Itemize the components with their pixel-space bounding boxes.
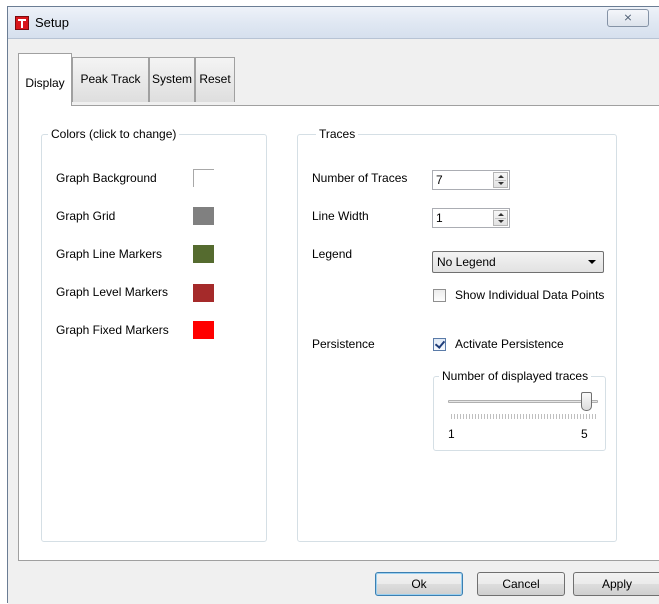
graph-level-markers-label: Graph Level Markers — [56, 285, 169, 299]
title-bar: Setup ⨯ — [8, 7, 659, 39]
spin-down-icon — [498, 220, 504, 223]
activate-persistence-checkbox[interactable] — [433, 338, 446, 351]
legend-dropdown[interactable]: No Legend — [432, 251, 604, 273]
chevron-down-icon — [588, 260, 596, 264]
line-width-spinner[interactable]: 1 — [432, 208, 510, 228]
cancel-button[interactable]: Cancel — [477, 572, 565, 596]
graph-level-markers-swatch[interactable] — [193, 284, 214, 302]
displayed-traces-slider-track[interactable] — [448, 400, 598, 403]
graph-line-markers-label: Graph Line Markers — [56, 247, 163, 261]
legend-selected-value: No Legend — [437, 255, 496, 269]
apply-button[interactable]: Apply — [573, 572, 659, 596]
graph-fixed-markers-label: Graph Fixed Markers — [56, 323, 169, 337]
tab-display[interactable]: Display — [18, 53, 72, 106]
displayed-traces-group: Number of displayed traces 1 5 — [433, 369, 606, 451]
tab-reset[interactable]: Reset — [195, 57, 235, 102]
number-of-traces-label: Number of Traces — [312, 171, 408, 185]
ok-button[interactable]: Ok — [375, 572, 463, 596]
number-of-traces-spinner[interactable]: 7 — [432, 170, 510, 190]
number-of-traces-spin-buttons[interactable] — [493, 172, 508, 188]
displayed-traces-title: Number of displayed traces — [439, 369, 592, 383]
graph-background-swatch[interactable] — [193, 169, 214, 187]
displayed-traces-slider-thumb[interactable] — [581, 392, 592, 411]
setup-window: Setup ⨯ Display Peak Track System Reset … — [7, 6, 659, 604]
activate-persistence-label[interactable]: Activate Persistence — [455, 337, 564, 351]
number-of-traces-value: 7 — [436, 173, 443, 187]
spin-up-icon — [498, 175, 504, 178]
line-width-spin-buttons[interactable] — [493, 210, 508, 226]
legend-label: Legend — [312, 247, 353, 261]
window-title: Setup — [35, 15, 69, 30]
checkmark-icon — [434, 338, 446, 349]
slider-min-label: 1 — [448, 427, 455, 441]
slider-max-label: 5 — [581, 427, 588, 441]
display-tab-panel: Colors (click to change) Graph Backgroun… — [18, 105, 659, 561]
spin-up-icon — [498, 213, 504, 216]
dialog-button-bar: Ok Cancel Apply — [8, 563, 659, 604]
close-button[interactable]: ⨯ — [607, 9, 649, 27]
line-width-label: Line Width — [312, 209, 369, 223]
tab-peak-track[interactable]: Peak Track — [72, 57, 149, 102]
graph-grid-label: Graph Grid — [56, 209, 116, 223]
colors-group-title: Colors (click to change) — [48, 127, 180, 141]
show-data-points-label[interactable]: Show Individual Data Points — [455, 288, 604, 302]
slider-ticks — [451, 414, 597, 419]
persistence-label: Persistence — [312, 337, 375, 351]
graph-line-markers-swatch[interactable] — [193, 245, 214, 263]
graph-fixed-markers-swatch[interactable] — [193, 321, 214, 339]
show-data-points-checkbox[interactable] — [433, 289, 446, 302]
app-logo-icon — [15, 16, 29, 30]
colors-group: Colors (click to change) Graph Backgroun… — [41, 127, 267, 542]
spin-down-icon — [498, 182, 504, 185]
traces-group-title: Traces — [316, 127, 359, 141]
line-width-value: 1 — [436, 211, 443, 225]
tab-system[interactable]: System — [149, 57, 195, 102]
graph-background-label: Graph Background — [56, 171, 157, 185]
graph-grid-swatch[interactable] — [193, 207, 214, 225]
traces-group: Traces Number of Traces 7 Line Width 1 L… — [297, 127, 617, 542]
